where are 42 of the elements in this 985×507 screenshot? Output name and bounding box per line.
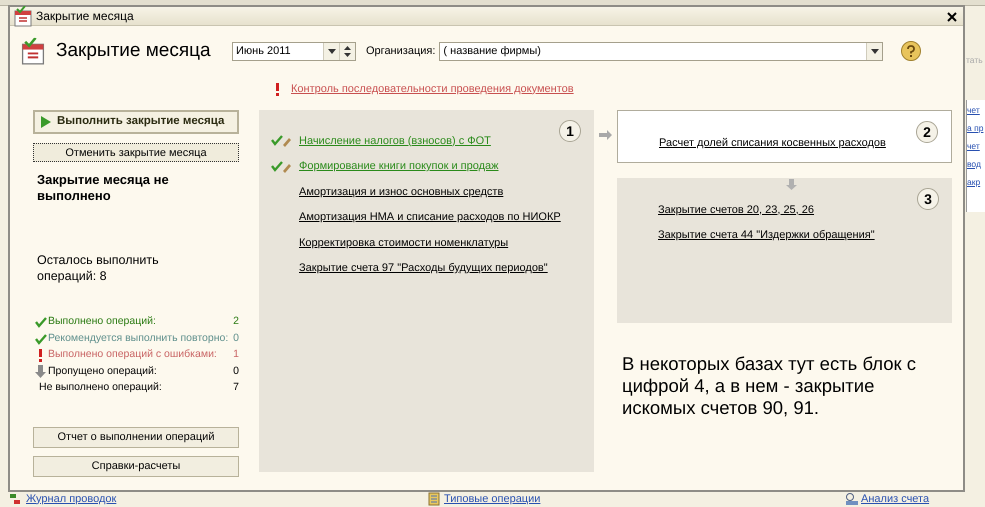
counter-label: Выполнено операций с ошибками: (48, 347, 217, 362)
cancel-button[interactable]: Отменить закрытие месяца (33, 143, 239, 162)
warning-link[interactable]: Контроль последовательности проведения документов (291, 80, 574, 98)
report-button[interactable]: Отчет о выполнении операций (33, 426, 239, 448)
annotation-text: В некоторых базах тут есть блок с цифрой 4, а в нем - закрытие искомых счетов 90, 91. (622, 353, 917, 419)
counter-label: Пропущено операций: (48, 364, 157, 379)
bottom-link[interactable]: Анализ счета (845, 490, 930, 507)
organization-field[interactable]: ( название фирмы) (439, 42, 884, 60)
counter-label: Рекомендуется выполнить повторно: (48, 330, 228, 346)
counter-label: Выполнено операций: (48, 314, 156, 330)
stage-number: 3 (917, 188, 939, 210)
remaining-text: Осталось выполнить операций: 8 (36, 252, 160, 284)
operation-link[interactable]: Закрытие счета 44 "Издержки обращения" (658, 227, 875, 244)
operation-link[interactable]: Расчет долей списания косвенных расходов (659, 134, 886, 151)
status-text: Закрытие месяца не выполнено (36, 172, 170, 204)
link-fragment[interactable]: чет (967, 104, 985, 116)
counter-value: 0 (233, 330, 239, 346)
counter-value: 1 (233, 347, 239, 362)
field-label: Организация: (366, 44, 436, 59)
counter-value: 2 (233, 314, 239, 330)
stage-number: 1 (559, 120, 581, 142)
report-button[interactable]: Справки-расчеты (33, 456, 239, 476)
link-fragment[interactable]: вод (967, 158, 985, 170)
bottom-link[interactable]: Типовые операции (428, 490, 540, 507)
faded-text: тать (966, 54, 983, 67)
counter-value: 0 (233, 364, 239, 379)
link-fragment[interactable]: а пр (967, 122, 985, 134)
operation-link[interactable]: Амортизация НМА и списание расходов по НИОКР (299, 209, 561, 226)
link-fragment[interactable]: акр (967, 176, 985, 188)
period-field[interactable]: Июнь 2011 (232, 42, 356, 60)
counter-label: Не выполнено операций: (39, 380, 162, 396)
operation-link[interactable]: Закрытие счетов 20, 23, 25, 26 (658, 202, 814, 218)
link-fragment[interactable]: чет (967, 140, 985, 152)
run-button[interactable]: Выполнить закрытие месяца (33, 110, 239, 134)
operation-link[interactable]: Амортизация и износ основных средств (299, 184, 504, 200)
counter-value: 7 (233, 380, 239, 396)
bottom-link[interactable]: Журнал проводок (10, 490, 116, 507)
operation-link[interactable]: Закрытие счета 97 "Расходы будущих периодов" (299, 260, 548, 276)
operation-link[interactable]: Корректировка стоимости номенклатуры (299, 234, 508, 251)
window-title: Закрытие месяца (36, 8, 134, 25)
form-title: Закрытие месяца (56, 38, 212, 63)
stage-number: 2 (916, 121, 938, 143)
